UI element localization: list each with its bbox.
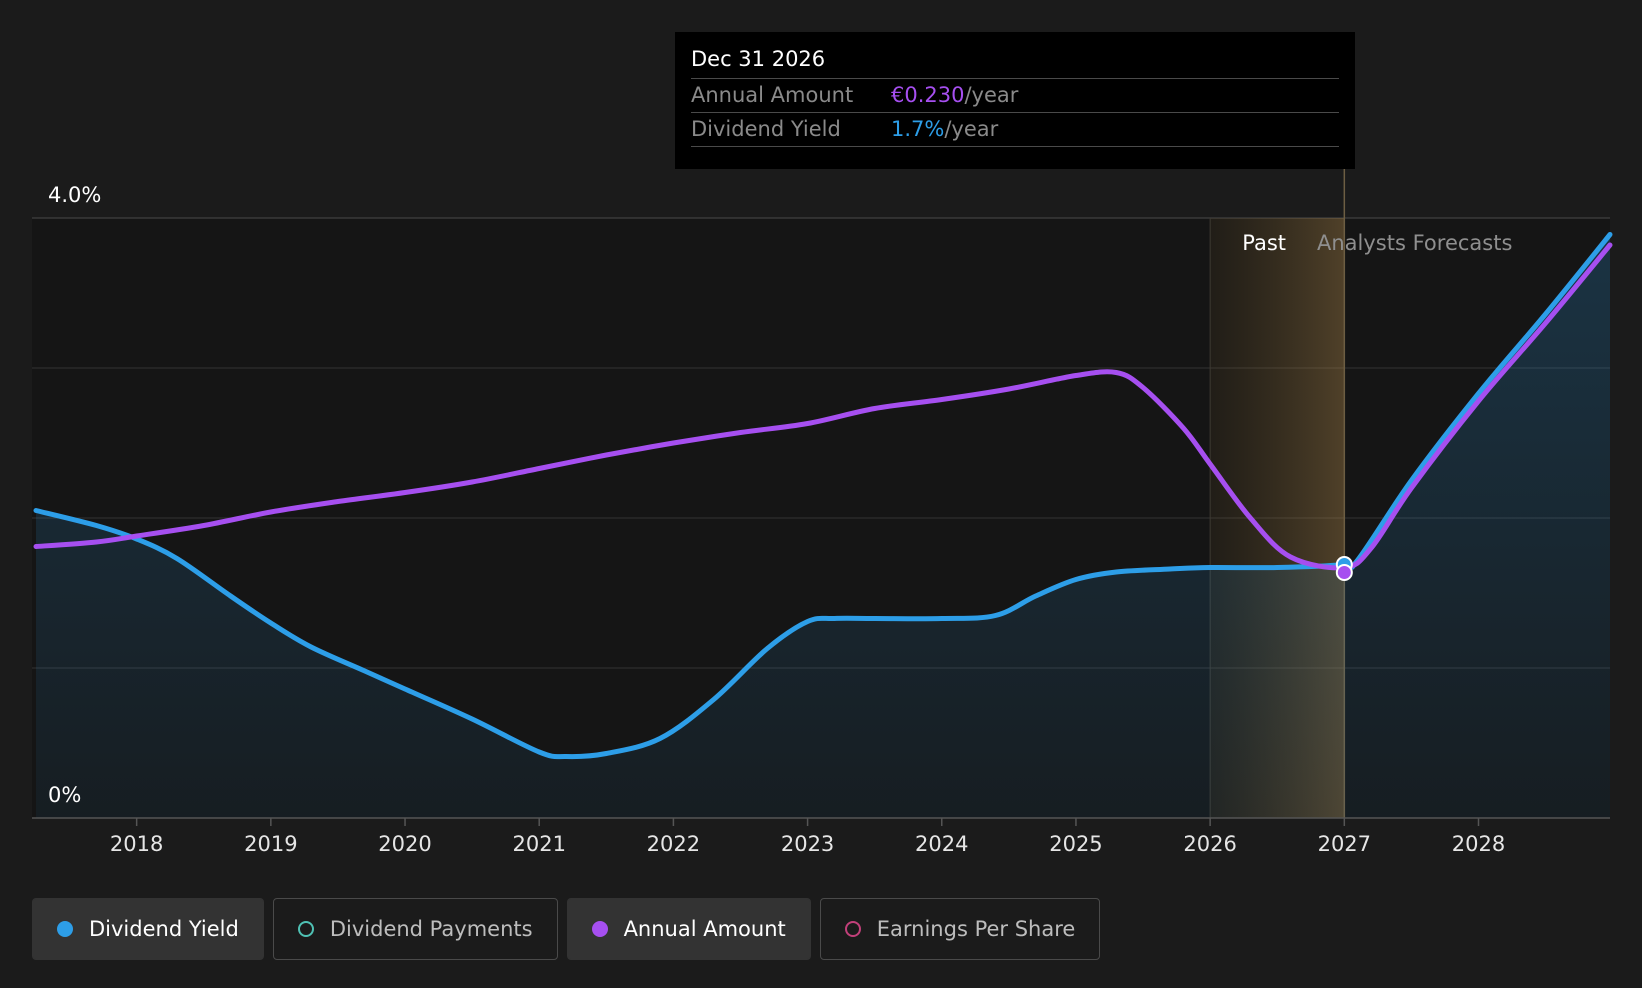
- x-tick-label: 2026: [1183, 832, 1236, 856]
- tooltip-annual-amount-row: Annual Amount €0.230/year: [691, 79, 1339, 113]
- x-tick-label: 2027: [1318, 832, 1371, 856]
- earnings-per-share-ring-icon: [844, 921, 861, 937]
- legend-dividend-yield-label: Dividend Yield: [89, 917, 239, 941]
- hover-markers: [1335, 556, 1353, 581]
- legend-dividend-yield[interactable]: Dividend Yield: [32, 898, 264, 960]
- tooltip-date: Dec 31 2026: [691, 44, 1339, 79]
- legend-earnings-per-share[interactable]: Earnings Per Share: [819, 898, 1101, 960]
- x-tick-label: 2022: [647, 832, 700, 856]
- tooltip-annual-amount-unit: /year: [964, 83, 1019, 107]
- tooltip-dividend-yield-label: Dividend Yield: [691, 117, 841, 141]
- x-tick-label: 2028: [1452, 832, 1505, 856]
- x-tick-label: 2018: [110, 832, 163, 856]
- tooltip-annual-amount-value: €0.230: [891, 83, 965, 107]
- legend-dividend-payments[interactable]: Dividend Payments: [272, 898, 558, 960]
- tooltip-annual-amount-label: Annual Amount: [691, 83, 854, 107]
- tooltip-dividend-yield-unit: /year: [944, 117, 999, 141]
- legend-earnings-per-share-label: Earnings Per Share: [876, 917, 1076, 941]
- x-tick-label: 2025: [1049, 832, 1102, 856]
- dividend-payments-ring-icon: [297, 921, 314, 937]
- x-tick-label: 2023: [781, 832, 834, 856]
- past-label: Past: [1242, 231, 1286, 255]
- forecast-label: Analysts Forecasts: [1317, 231, 1512, 255]
- y-max-label: 4.0%: [48, 183, 101, 207]
- x-tick-label: 2024: [915, 832, 968, 856]
- x-tick-label: 2019: [244, 832, 297, 856]
- chart-legend: Dividend Yield Dividend Payments Annual …: [32, 898, 1101, 960]
- y-min-label: 0%: [48, 783, 81, 807]
- annual-amount-dot-icon: [591, 921, 608, 937]
- x-tick-label: 2020: [378, 832, 431, 856]
- axes: 2018 2019 2020 2021 2022 2023 2024 2025 2026 2027…: [32, 817, 1610, 856]
- dividend-yield-dot-icon: [57, 921, 73, 937]
- legend-annual-amount[interactable]: Annual Amount: [566, 898, 811, 960]
- tooltip-dividend-yield-value: 1.7%: [891, 117, 945, 141]
- hover-tooltip: Dec 31 2026 Annual Amount €0.230/year Di…: [675, 32, 1355, 169]
- x-tick-label: 2021: [512, 832, 565, 856]
- annual-amount-hover-point: [1335, 564, 1353, 581]
- legend-annual-amount-label: Annual Amount: [623, 917, 786, 941]
- legend-dividend-payments-label: Dividend Payments: [329, 917, 533, 941]
- tooltip-dividend-yield-row: Dividend Yield 1.7%/year: [691, 113, 1339, 147]
